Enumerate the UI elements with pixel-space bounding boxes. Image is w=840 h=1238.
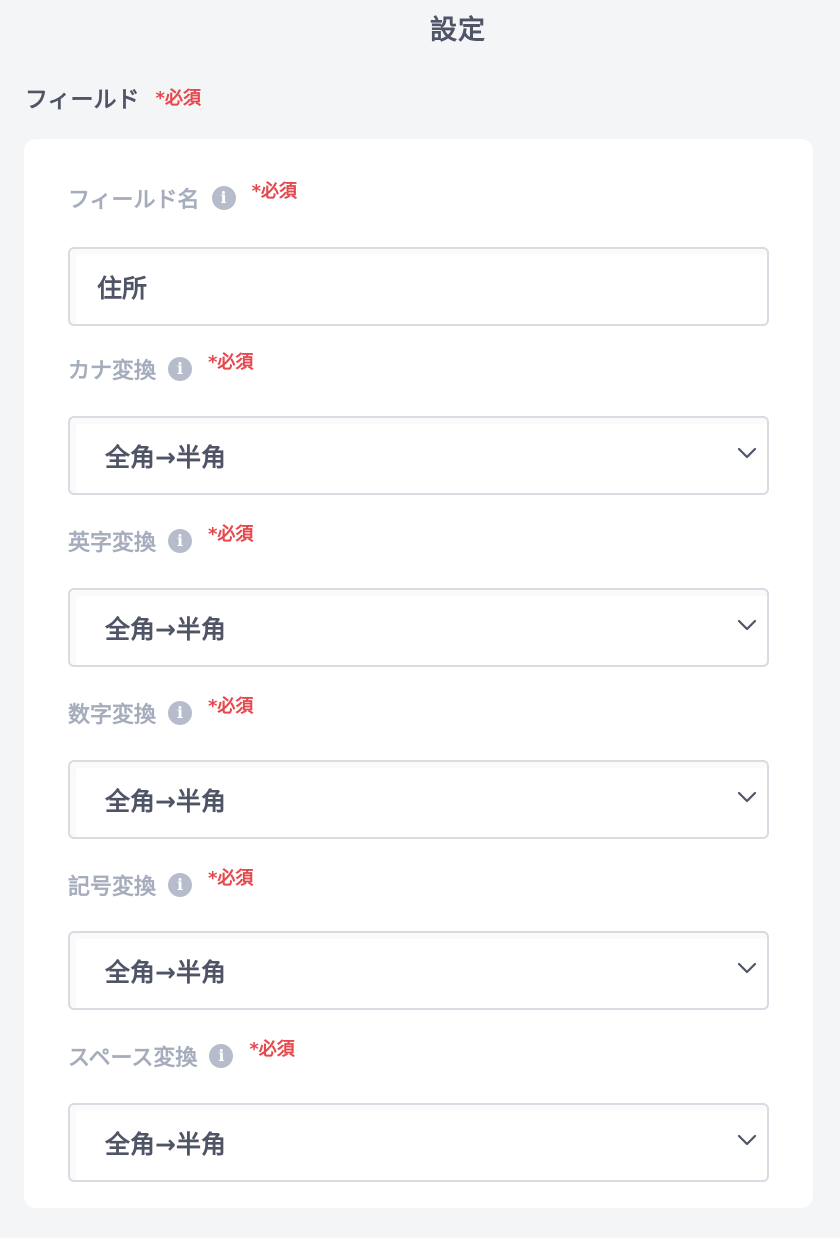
required-mark: *必須 <box>249 1039 295 1060</box>
section-label: フィールド *必須 <box>25 80 201 114</box>
required-mark: *必須 <box>208 352 254 373</box>
field-name-label: フィールド名 i *必須 <box>68 181 769 215</box>
info-icon[interactable]: i <box>209 1044 234 1068</box>
chevron-down-icon <box>737 619 757 631</box>
number-conversion-select[interactable]: 全角→半角 <box>68 760 769 839</box>
settings-card: フィールド名 i *必須 住所 カナ変換 i *必須 全角→半角 英字変換 i … <box>24 139 813 1208</box>
required-mark: *必須 <box>155 88 201 109</box>
space-conversion-label-text: スペース変換 <box>68 1046 198 1071</box>
number-conversion-label: 数字変換 i *必須 <box>68 696 769 730</box>
space-conversion-select[interactable]: 全角→半角 <box>68 1103 769 1182</box>
chevron-down-icon <box>737 447 757 459</box>
number-conversion-group: 数字変換 i *必須 全角→半角 <box>68 696 769 839</box>
chevron-down-icon <box>737 1134 757 1146</box>
symbol-conversion-select[interactable]: 全角→半角 <box>68 931 769 1010</box>
symbol-conversion-group: 記号変換 i *必須 全角→半角 <box>68 868 769 1010</box>
page-title: 設定 <box>430 15 486 46</box>
alpha-conversion-select[interactable]: 全角→半角 <box>68 588 769 667</box>
field-name-input[interactable]: 住所 <box>68 247 769 326</box>
space-conversion-group: スペース変換 i *必須 全角→半角 <box>68 1039 769 1182</box>
alpha-conversion-group: 英字変換 i *必須 全角→半角 <box>68 524 769 667</box>
info-icon[interactable]: i <box>211 186 236 210</box>
number-conversion-label-text: 数字変換 <box>68 703 157 728</box>
field-name-label-text: フィールド名 <box>68 188 200 213</box>
alpha-conversion-label-text: 英字変換 <box>68 531 157 556</box>
required-mark: *必須 <box>208 868 254 889</box>
field-name-input-value[interactable]: 住所 <box>70 269 147 305</box>
required-mark: *必須 <box>208 696 254 717</box>
kana-conversion-select[interactable]: 全角→半角 <box>68 416 769 495</box>
symbol-conversion-label: 記号変換 i *必須 <box>68 868 769 902</box>
kana-conversion-selected-value: 全角→半角 <box>105 442 226 472</box>
kana-conversion-label-text: カナ変換 <box>68 359 157 384</box>
info-icon[interactable]: i <box>168 357 193 381</box>
field-name-group: フィールド名 i *必須 住所 <box>68 181 769 326</box>
section-label-text: フィールド <box>25 87 140 113</box>
kana-conversion-label: カナ変換 i *必須 <box>68 352 769 386</box>
info-icon[interactable]: i <box>168 873 193 897</box>
chevron-down-icon <box>737 791 757 803</box>
space-conversion-selected-value: 全角→半角 <box>105 1129 226 1159</box>
info-icon[interactable]: i <box>168 701 193 725</box>
required-mark: *必須 <box>208 524 254 545</box>
symbol-conversion-label-text: 記号変換 <box>68 875 157 900</box>
number-conversion-selected-value: 全角→半角 <box>105 786 226 816</box>
kana-conversion-group: カナ変換 i *必須 全角→半角 <box>68 352 769 495</box>
alpha-conversion-selected-value: 全角→半角 <box>105 614 226 644</box>
space-conversion-label: スペース変換 i *必須 <box>68 1039 769 1073</box>
alpha-conversion-label: 英字変換 i *必須 <box>68 524 769 558</box>
info-icon[interactable]: i <box>168 529 193 553</box>
symbol-conversion-selected-value: 全角→半角 <box>105 957 226 987</box>
required-mark: *必須 <box>251 181 297 202</box>
chevron-down-icon <box>737 962 757 974</box>
